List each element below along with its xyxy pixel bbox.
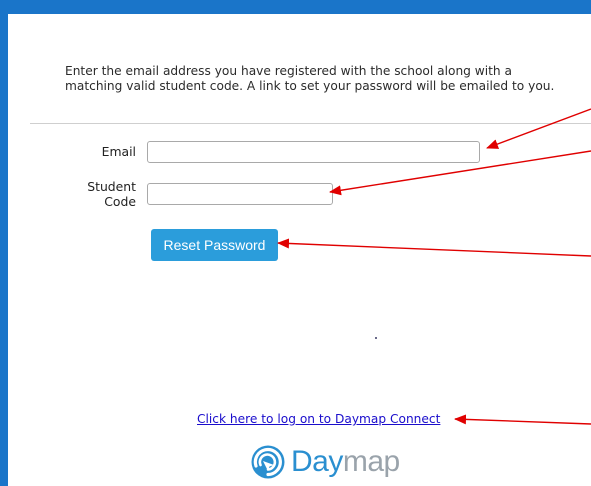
daymap-logo: Daymap bbox=[250, 444, 400, 480]
window-top-bar bbox=[0, 0, 591, 14]
student-code-input[interactable] bbox=[147, 183, 333, 205]
divider bbox=[30, 123, 591, 124]
annotation-arrow-reset-button bbox=[277, 238, 591, 257]
annotation-arrow-email bbox=[486, 108, 591, 149]
instructions-text: Enter the email address you have registe… bbox=[65, 64, 555, 93]
reset-password-button[interactable]: Reset Password bbox=[151, 229, 278, 261]
student-code-label: Student Code bbox=[87, 179, 136, 209]
annotation-arrow-connect-link bbox=[454, 414, 591, 425]
email-input[interactable] bbox=[147, 141, 480, 163]
email-label: Email bbox=[101, 144, 136, 159]
logo-text-day: Day bbox=[291, 445, 343, 478]
daymap-logo-icon bbox=[251, 445, 285, 479]
window-left-border bbox=[0, 0, 8, 486]
daymap-logo-text: Daymap bbox=[291, 445, 400, 479]
stray-dot bbox=[375, 337, 377, 339]
daymap-connect-link[interactable]: Click here to log on to Daymap Connect bbox=[197, 412, 440, 426]
logo-text-map: map bbox=[342, 445, 400, 478]
